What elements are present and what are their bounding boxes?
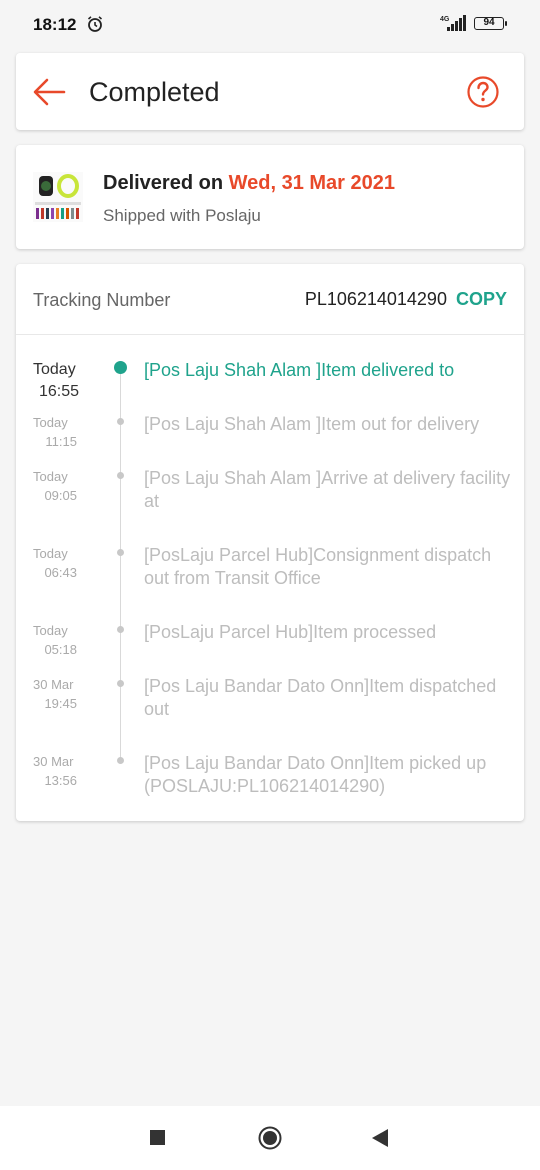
- status-time: 18:12: [33, 15, 77, 34]
- event-day: Today: [33, 623, 68, 638]
- timeline-dot: [117, 472, 124, 479]
- header-bar: Completed: [16, 53, 524, 130]
- delivered-date: Wed, 31 Mar 2021: [228, 172, 395, 194]
- status-bar: 18:12 4G 94: [0, 0, 540, 48]
- system-nav-bar: [0, 1106, 540, 1170]
- event-datetime: Today 09:05: [33, 467, 77, 505]
- event-datetime: 30 Mar 13:56: [33, 752, 77, 790]
- timeline-dot: [117, 626, 124, 633]
- page-title: Completed: [89, 77, 220, 107]
- event-time: 16:55: [38, 383, 79, 400]
- back-triangle-icon[interactable]: [371, 1128, 389, 1148]
- shipping-carrier: Shipped with Poslaju: [103, 206, 261, 225]
- timeline-dot-active: [114, 361, 127, 374]
- event-day: Today: [33, 415, 68, 430]
- timeline-dot: [117, 757, 124, 764]
- event-day: Today: [33, 469, 68, 484]
- recents-square-icon[interactable]: [150, 1130, 165, 1145]
- event-description: [Pos Laju Shah Alam ]Item out for delive…: [144, 414, 480, 434]
- tracking-number: PL106214014290: [304, 289, 447, 309]
- event-time: 06:43: [44, 565, 77, 580]
- timeline-dot: [117, 418, 124, 425]
- event-datetime: Today 06:43: [33, 544, 77, 582]
- tracking-number-value: PL106214014290 COPY: [305, 289, 507, 310]
- alarm-icon: [87, 16, 103, 32]
- event-time: 05:18: [44, 642, 77, 657]
- event-datetime: Today 11:15: [33, 413, 77, 451]
- event-time: 09:05: [44, 488, 77, 503]
- copy-button[interactable]: COPY: [456, 289, 507, 309]
- product-thumbnail: [33, 172, 83, 222]
- delivery-summary-card: Delivered on Wed, 31 Mar 2021 Shipped wi…: [16, 145, 524, 249]
- event-datetime: Today 16:55: [33, 359, 79, 403]
- event-description: [Pos Laju Bandar Dato Onn]Item picked up…: [144, 753, 487, 796]
- delivered-prefix: Delivered on: [103, 172, 224, 194]
- timeline-dot: [117, 549, 124, 556]
- tracking-card: Tracking Number PL106214014290 COPY Toda…: [16, 264, 524, 821]
- event-time: 19:45: [44, 696, 77, 711]
- question-circle-icon[interactable]: [466, 75, 500, 109]
- event-day: Today: [33, 361, 76, 378]
- tracking-number-label: Tracking Number: [33, 290, 171, 310]
- event-datetime: Today 05:18: [33, 621, 77, 659]
- tracking-number-row: Tracking Number PL106214014290 COPY: [16, 264, 524, 335]
- network-type-label: 4G: [440, 16, 450, 23]
- timeline-line: [120, 368, 121, 762]
- event-time: 11:15: [45, 434, 77, 449]
- event-description: [PosLaju Parcel Hub]Consignment dispatch…: [144, 545, 492, 588]
- event-description: [Pos Laju Shah Alam ]Item delivered to: [144, 360, 455, 380]
- battery-icon: 94: [474, 17, 507, 30]
- event-datetime: 30 Mar 19:45: [33, 675, 77, 713]
- event-day: 30 Mar: [33, 754, 74, 769]
- event-time: 13:56: [44, 773, 77, 788]
- timeline-dot: [117, 680, 124, 687]
- home-circle-icon[interactable]: [258, 1126, 282, 1150]
- event-description: [Pos Laju Bandar Dato Onn]Item dispatche…: [144, 676, 497, 719]
- delivered-status: Delivered on Wed, 31 Mar 2021: [103, 172, 395, 195]
- event-description: [Pos Laju Shah Alam ]Arrive at delivery …: [144, 468, 511, 511]
- event-day: 30 Mar: [33, 677, 74, 692]
- arrow-left-icon[interactable]: [32, 75, 66, 109]
- event-day: Today: [33, 546, 68, 561]
- signal-icon: 4G: [440, 15, 466, 31]
- event-description: [PosLaju Parcel Hub]Item processed: [144, 622, 437, 642]
